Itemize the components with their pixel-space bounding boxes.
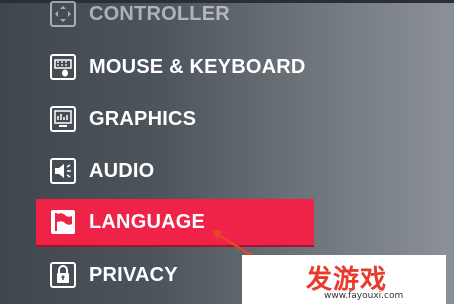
watermark: 发游戏 www.fayouxi.com <box>242 255 446 304</box>
watermark-url: www.fayouxi.com <box>324 291 404 301</box>
